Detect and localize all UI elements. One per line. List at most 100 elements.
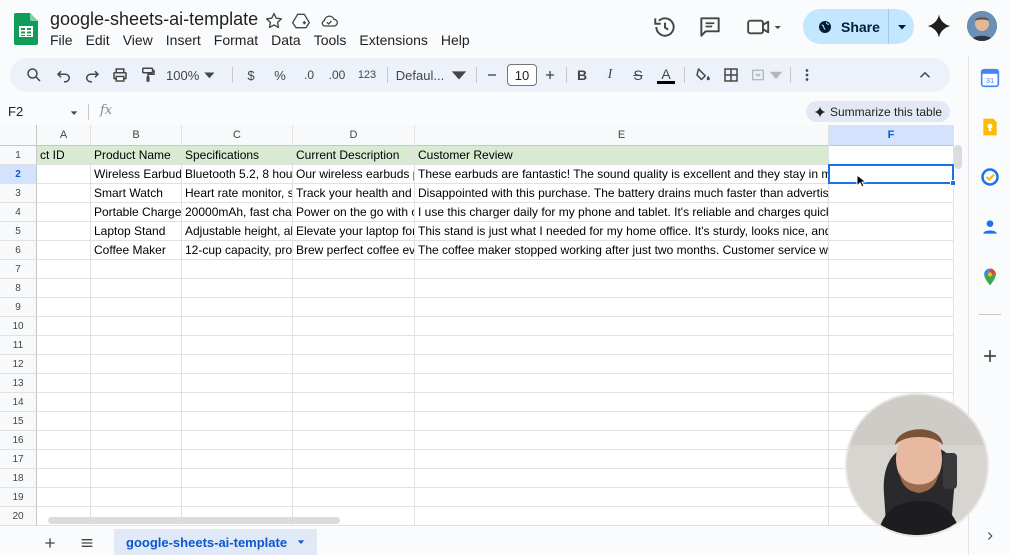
column-header-a[interactable]: A xyxy=(37,125,91,146)
borders-button[interactable] xyxy=(722,65,740,85)
undo-button[interactable] xyxy=(54,65,74,85)
move-to-drive-icon[interactable] xyxy=(291,11,311,31)
table-cell[interactable]: Adjustable height, al xyxy=(182,222,293,241)
table-cell[interactable] xyxy=(37,431,91,450)
share-main-button[interactable]: Share xyxy=(803,9,889,44)
name-box[interactable]: F2 xyxy=(8,104,23,119)
more-options-button[interactable] xyxy=(798,65,816,85)
calendar-icon[interactable]: 31 xyxy=(980,68,1000,88)
table-cell[interactable]: The coffee maker stopped working after j… xyxy=(415,241,829,260)
table-cell[interactable] xyxy=(91,279,182,298)
maps-icon[interactable] xyxy=(980,267,1000,287)
row-header[interactable]: 7 xyxy=(0,260,37,279)
row-header[interactable]: 20 xyxy=(0,507,37,526)
table-cell[interactable] xyxy=(293,336,415,355)
version-history-icon[interactable] xyxy=(652,14,678,40)
table-cell[interactable] xyxy=(37,298,91,317)
table-cell[interactable] xyxy=(182,317,293,336)
table-cell[interactable] xyxy=(37,317,91,336)
table-cell[interactable] xyxy=(829,374,954,393)
table-cell[interactable] xyxy=(829,355,954,374)
row-header[interactable]: 14 xyxy=(0,393,37,412)
summarize-table-button[interactable]: Summarize this table xyxy=(806,101,950,122)
user-avatar[interactable] xyxy=(967,11,997,41)
menu-format[interactable]: Format xyxy=(214,32,271,48)
row-header[interactable]: 12 xyxy=(0,355,37,374)
column-header-e[interactable]: E xyxy=(415,125,829,146)
table-cell[interactable] xyxy=(182,450,293,469)
table-cell[interactable] xyxy=(415,298,829,317)
table-cell[interactable] xyxy=(91,488,182,507)
keep-icon[interactable] xyxy=(980,117,1000,137)
table-cell[interactable] xyxy=(37,412,91,431)
table-cell[interactable] xyxy=(293,279,415,298)
table-cell[interactable]: Smart Watch xyxy=(91,184,182,203)
table-cell[interactable] xyxy=(415,507,829,526)
row-header[interactable]: 18 xyxy=(0,469,37,488)
table-cell[interactable] xyxy=(415,317,829,336)
table-cell[interactable] xyxy=(293,431,415,450)
table-cell[interactable] xyxy=(91,298,182,317)
row-header[interactable]: 19 xyxy=(0,488,37,507)
meet-icon[interactable] xyxy=(745,14,783,40)
add-icon[interactable] xyxy=(980,346,1000,366)
table-cell[interactable] xyxy=(37,203,91,222)
table-cell[interactable] xyxy=(182,374,293,393)
table-cell[interactable]: Coffee Maker xyxy=(91,241,182,260)
row-header[interactable]: 2 xyxy=(0,165,37,184)
table-cell[interactable] xyxy=(293,355,415,374)
formula-input[interactable] xyxy=(124,103,794,121)
text-color-button[interactable]: A xyxy=(656,65,676,85)
table-cell[interactable] xyxy=(91,412,182,431)
tasks-icon[interactable] xyxy=(980,167,1000,187)
menu-edit[interactable]: Edit xyxy=(86,32,123,48)
fill-color-button[interactable] xyxy=(694,65,712,85)
italic-button[interactable]: I xyxy=(602,65,618,85)
table-cell[interactable] xyxy=(829,184,954,203)
menu-file[interactable]: File xyxy=(50,32,86,48)
row-header[interactable]: 4 xyxy=(0,203,37,222)
table-cell[interactable]: 12-cup capacity, pro xyxy=(182,241,293,260)
table-cell[interactable] xyxy=(37,374,91,393)
table-cell[interactable]: Bluetooth 5.2, 8 hou xyxy=(182,165,293,184)
add-sheet-icon[interactable] xyxy=(42,535,58,551)
caret-down-icon[interactable] xyxy=(297,538,305,546)
table-cell[interactable] xyxy=(293,469,415,488)
zoom-select[interactable]: 100% xyxy=(166,65,216,85)
table-cell[interactable] xyxy=(182,469,293,488)
table-cell[interactable] xyxy=(415,393,829,412)
table-cell[interactable] xyxy=(293,488,415,507)
table-cell[interactable]: Wireless Earbud xyxy=(91,165,182,184)
search-menus-button[interactable] xyxy=(24,65,44,85)
row-header[interactable]: 9 xyxy=(0,298,37,317)
spreadsheet-grid[interactable]: A B C D E F 1 ct ID Product Name Specifications Cu… xyxy=(0,125,955,527)
increase-font-size-button[interactable] xyxy=(542,65,558,85)
table-cell[interactable] xyxy=(415,336,829,355)
table-cell[interactable] xyxy=(91,317,182,336)
column-header-b[interactable]: B xyxy=(91,125,182,146)
table-cell[interactable] xyxy=(37,165,91,184)
column-header-f[interactable]: F xyxy=(829,125,954,146)
table-cell[interactable] xyxy=(829,298,954,317)
row-header[interactable]: 6 xyxy=(0,241,37,260)
all-sheets-icon[interactable] xyxy=(79,535,95,551)
horizontal-scrollbar[interactable] xyxy=(48,517,340,524)
table-cell[interactable] xyxy=(37,222,91,241)
table-cell[interactable]: 20000mAh, fast char xyxy=(182,203,293,222)
table-cell[interactable]: Disappointed with this purchase. The bat… xyxy=(415,184,829,203)
share-options-button[interactable] xyxy=(889,22,914,32)
table-cell[interactable] xyxy=(37,336,91,355)
star-icon[interactable] xyxy=(264,11,284,31)
collapse-menus-button[interactable] xyxy=(916,65,934,85)
table-cell[interactable] xyxy=(829,241,954,260)
table-cell[interactable] xyxy=(37,260,91,279)
row-header[interactable]: 17 xyxy=(0,450,37,469)
table-cell[interactable] xyxy=(415,374,829,393)
fill-handle[interactable] xyxy=(950,180,955,186)
table-cell[interactable] xyxy=(182,393,293,412)
table-cell[interactable] xyxy=(91,431,182,450)
font-size-input[interactable]: 10 xyxy=(507,64,537,86)
header-cell[interactable]: Specifications xyxy=(182,146,293,165)
table-cell[interactable] xyxy=(293,450,415,469)
table-cell[interactable] xyxy=(91,336,182,355)
